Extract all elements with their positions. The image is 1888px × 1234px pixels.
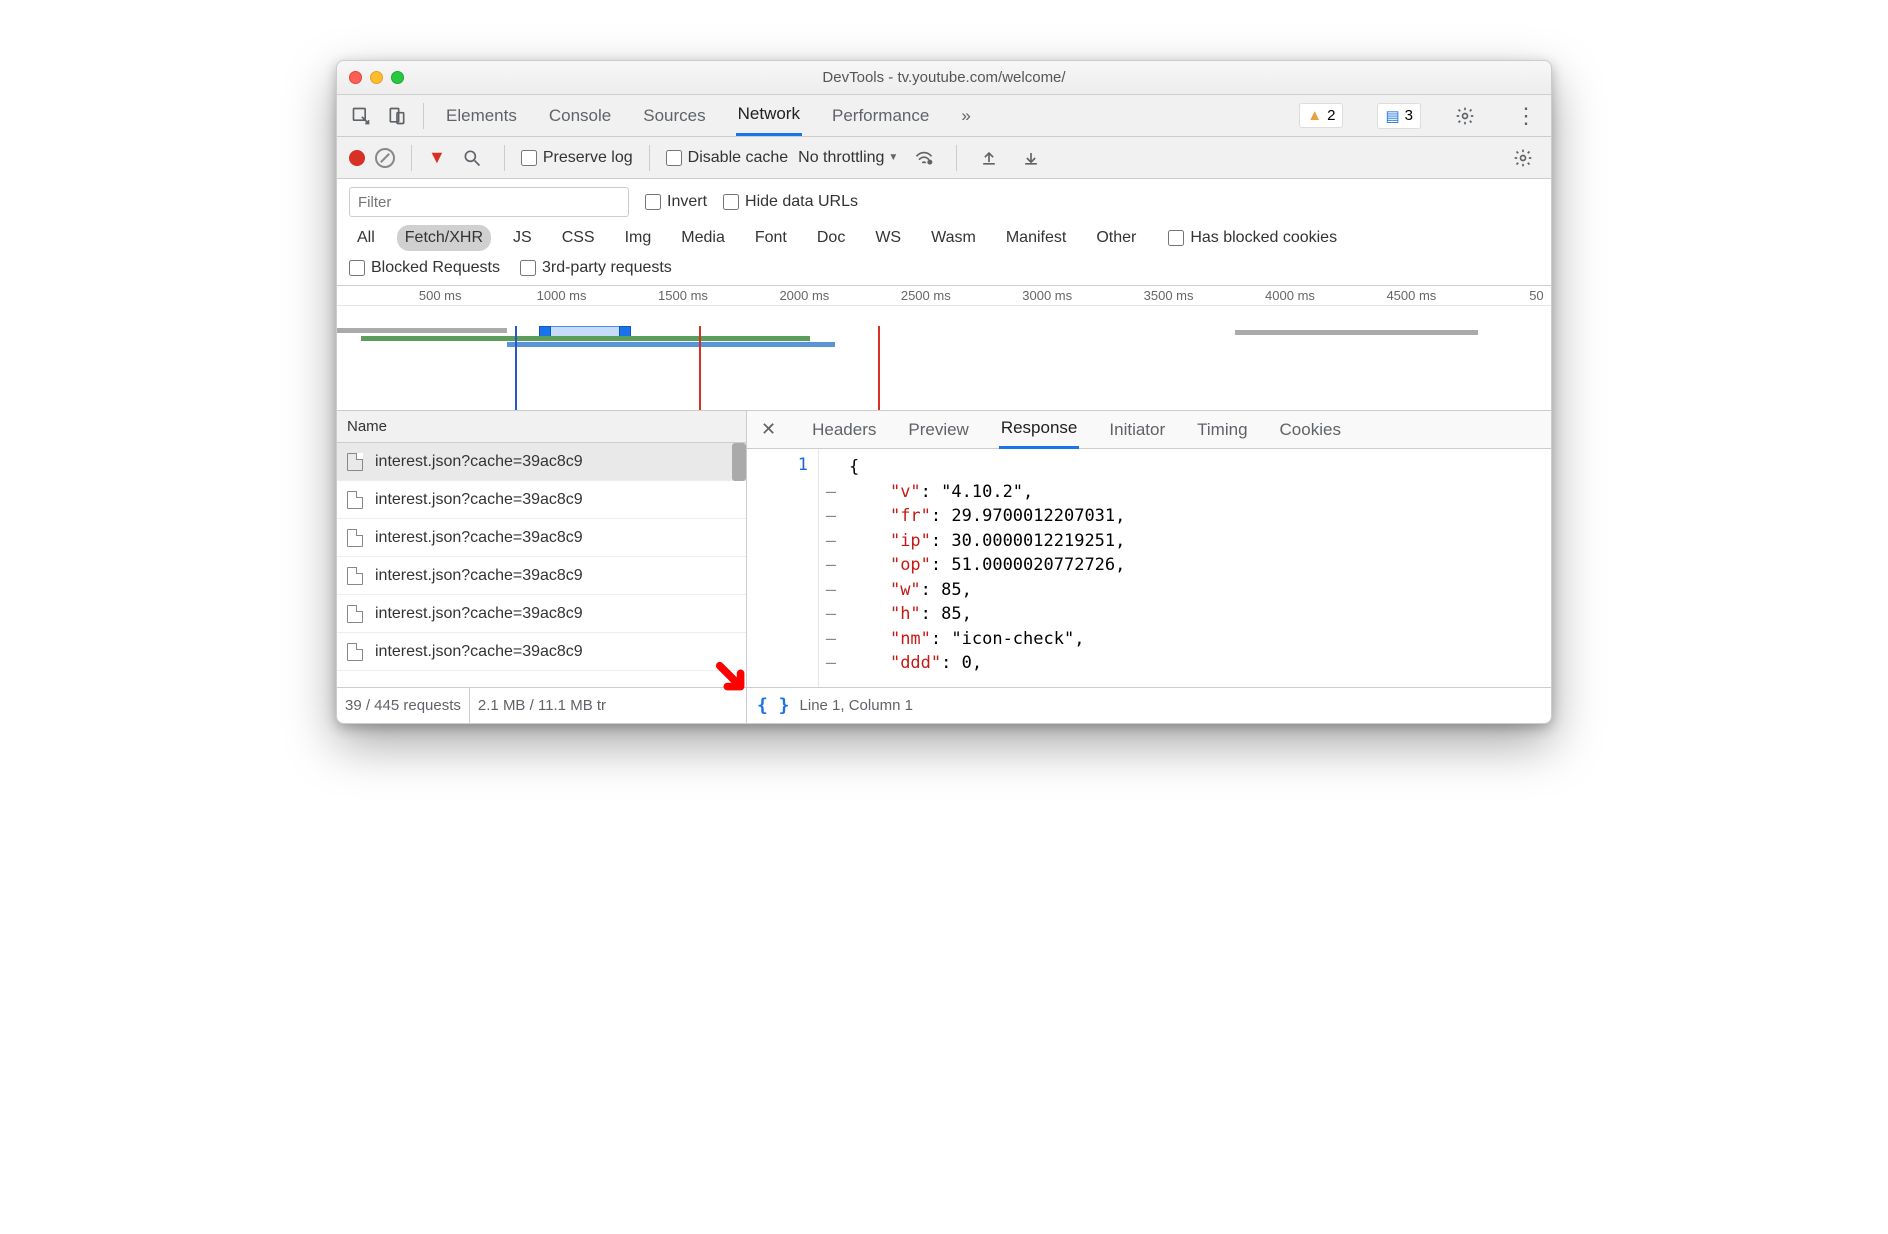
filter-input[interactable] bbox=[349, 187, 629, 217]
close-detail-icon[interactable]: ✕ bbox=[761, 419, 776, 440]
divider bbox=[423, 103, 424, 129]
response-code-view[interactable]: 1 –––––––– { "v": "4.10.2", "fr": 29.970… bbox=[747, 449, 1551, 687]
inspect-element-icon[interactable] bbox=[345, 100, 377, 132]
tab-elements[interactable]: Elements bbox=[444, 97, 519, 135]
tab-sources[interactable]: Sources bbox=[641, 97, 707, 135]
warning-icon: ▲ bbox=[1307, 107, 1322, 124]
disable-cache-checkbox[interactable]: Disable cache bbox=[666, 149, 789, 167]
filter-type-manifest[interactable]: Manifest bbox=[998, 225, 1074, 251]
transfer-size: 2.1 MB / 11.1 MB tr bbox=[470, 688, 614, 723]
filter-type-wasm[interactable]: Wasm bbox=[923, 225, 984, 251]
throttling-select[interactable]: No throttling ▼ bbox=[798, 149, 898, 167]
request-row[interactable]: interest.json?cache=39ac8c9 bbox=[337, 633, 746, 671]
detail-tab-preview[interactable]: Preview bbox=[906, 412, 970, 448]
record-button[interactable] bbox=[349, 150, 365, 166]
window-title: DevTools - tv.youtube.com/welcome/ bbox=[337, 69, 1551, 86]
tab-performance[interactable]: Performance bbox=[830, 97, 931, 135]
file-icon bbox=[347, 453, 363, 471]
issues-badge[interactable]: ▲ 2 bbox=[1299, 103, 1343, 128]
third-party-requests-checkbox[interactable]: 3rd-party requests bbox=[520, 259, 672, 277]
filter-type-img[interactable]: Img bbox=[617, 225, 660, 251]
detail-tab-cookies[interactable]: Cookies bbox=[1278, 412, 1343, 448]
filter-bar: Invert Hide data URLs All Fetch/XHR JS C… bbox=[337, 179, 1551, 285]
file-icon bbox=[347, 529, 363, 547]
dropdown-icon: ▼ bbox=[888, 152, 898, 163]
timeline-lane bbox=[337, 306, 1551, 411]
request-row[interactable]: interest.json?cache=39ac8c9 bbox=[337, 557, 746, 595]
import-har-icon[interactable] bbox=[973, 142, 1005, 174]
file-icon bbox=[347, 567, 363, 585]
search-icon[interactable] bbox=[456, 142, 488, 174]
request-list: Name interest.json?cache=39ac8c9 interes… bbox=[337, 411, 747, 687]
message-count: 3 bbox=[1405, 107, 1413, 124]
overview-timeline[interactable]: 500 ms 1000 ms 1500 ms 2000 ms 2500 ms 3… bbox=[337, 285, 1551, 411]
load-start-marker bbox=[699, 326, 701, 411]
warning-count: 2 bbox=[1327, 107, 1335, 124]
request-row[interactable]: interest.json?cache=39ac8c9 bbox=[337, 443, 746, 481]
message-icon: ▤ bbox=[1385, 107, 1399, 125]
request-row[interactable]: interest.json?cache=39ac8c9 bbox=[337, 481, 746, 519]
detail-tab-timing[interactable]: Timing bbox=[1195, 412, 1249, 448]
request-list-header[interactable]: Name bbox=[337, 411, 746, 443]
filter-type-all[interactable]: All bbox=[349, 225, 383, 251]
panel-tabs: Elements Console Sources Network Perform… bbox=[444, 95, 1543, 136]
cursor-position: Line 1, Column 1 bbox=[800, 697, 913, 714]
status-footer: 39 / 445 requests 2.1 MB / 11.1 MB tr { … bbox=[337, 687, 1551, 723]
clear-button[interactable] bbox=[375, 148, 395, 168]
annotation-arrow-icon bbox=[714, 660, 752, 698]
export-har-icon[interactable] bbox=[1015, 142, 1047, 174]
main-toolbar: Elements Console Sources Network Perform… bbox=[337, 95, 1551, 137]
detail-tabs: ✕ Headers Preview Response Initiator Tim… bbox=[747, 411, 1551, 449]
domcontent-marker bbox=[515, 326, 517, 411]
preserve-log-checkbox[interactable]: Preserve log bbox=[521, 149, 633, 167]
code-fold-gutter[interactable]: –––––––– bbox=[819, 449, 843, 687]
filter-type-js[interactable]: JS bbox=[505, 225, 540, 251]
filter-type-fetchxhr[interactable]: Fetch/XHR bbox=[397, 225, 491, 251]
tab-network[interactable]: Network bbox=[736, 95, 802, 136]
pretty-print-button[interactable]: { } bbox=[757, 695, 790, 716]
request-row[interactable]: interest.json?cache=39ac8c9 bbox=[337, 595, 746, 633]
filter-type-font[interactable]: Font bbox=[747, 225, 795, 251]
timeline-ruler: 500 ms 1000 ms 1500 ms 2000 ms 2500 ms 3… bbox=[337, 286, 1551, 306]
network-settings-icon[interactable] bbox=[1507, 142, 1539, 174]
has-blocked-cookies-checkbox[interactable]: Has blocked cookies bbox=[1168, 229, 1337, 247]
file-icon bbox=[347, 605, 363, 623]
filter-type-doc[interactable]: Doc bbox=[809, 225, 853, 251]
kebab-menu-icon[interactable]: ⋮ bbox=[1509, 103, 1543, 129]
request-detail: ✕ Headers Preview Response Initiator Tim… bbox=[747, 411, 1551, 687]
window-titlebar: DevTools - tv.youtube.com/welcome/ bbox=[337, 61, 1551, 95]
blocked-requests-checkbox[interactable]: Blocked Requests bbox=[349, 259, 500, 277]
requests-count: 39 / 445 requests bbox=[337, 688, 470, 723]
toggle-device-icon[interactable] bbox=[381, 100, 413, 132]
detail-tab-initiator[interactable]: Initiator bbox=[1107, 412, 1167, 448]
network-conditions-icon[interactable] bbox=[908, 142, 940, 174]
code-line-gutter: 1 bbox=[747, 449, 819, 687]
network-toolbar: ▼ Preserve log Disable cache No throttli… bbox=[337, 137, 1551, 179]
scrollbar-thumb[interactable] bbox=[732, 443, 746, 481]
tab-console[interactable]: Console bbox=[547, 97, 613, 135]
detail-tab-response[interactable]: Response bbox=[999, 411, 1080, 449]
file-icon bbox=[347, 491, 363, 509]
devtools-window: DevTools - tv.youtube.com/welcome/ Eleme… bbox=[336, 60, 1552, 724]
invert-checkbox[interactable]: Invert bbox=[645, 193, 707, 211]
resource-type-filters: All Fetch/XHR JS CSS Img Media Font Doc … bbox=[349, 225, 1539, 251]
tab-more-icon[interactable]: » bbox=[959, 97, 972, 135]
filter-icon[interactable]: ▼ bbox=[428, 147, 446, 168]
panels: Name interest.json?cache=39ac8c9 interes… bbox=[337, 411, 1551, 687]
filter-type-ws[interactable]: WS bbox=[867, 225, 909, 251]
code-source[interactable]: { "v": "4.10.2", "fr": 29.9700012207031,… bbox=[843, 449, 1551, 687]
filter-type-media[interactable]: Media bbox=[673, 225, 733, 251]
filter-type-other[interactable]: Other bbox=[1088, 225, 1144, 251]
filter-type-css[interactable]: CSS bbox=[554, 225, 603, 251]
messages-badge[interactable]: ▤ 3 bbox=[1377, 103, 1421, 129]
detail-tab-headers[interactable]: Headers bbox=[810, 412, 878, 448]
settings-icon[interactable] bbox=[1449, 100, 1481, 132]
file-icon bbox=[347, 643, 363, 661]
load-end-marker bbox=[878, 326, 880, 411]
request-row[interactable]: interest.json?cache=39ac8c9 bbox=[337, 519, 746, 557]
hide-data-urls-checkbox[interactable]: Hide data URLs bbox=[723, 193, 858, 211]
